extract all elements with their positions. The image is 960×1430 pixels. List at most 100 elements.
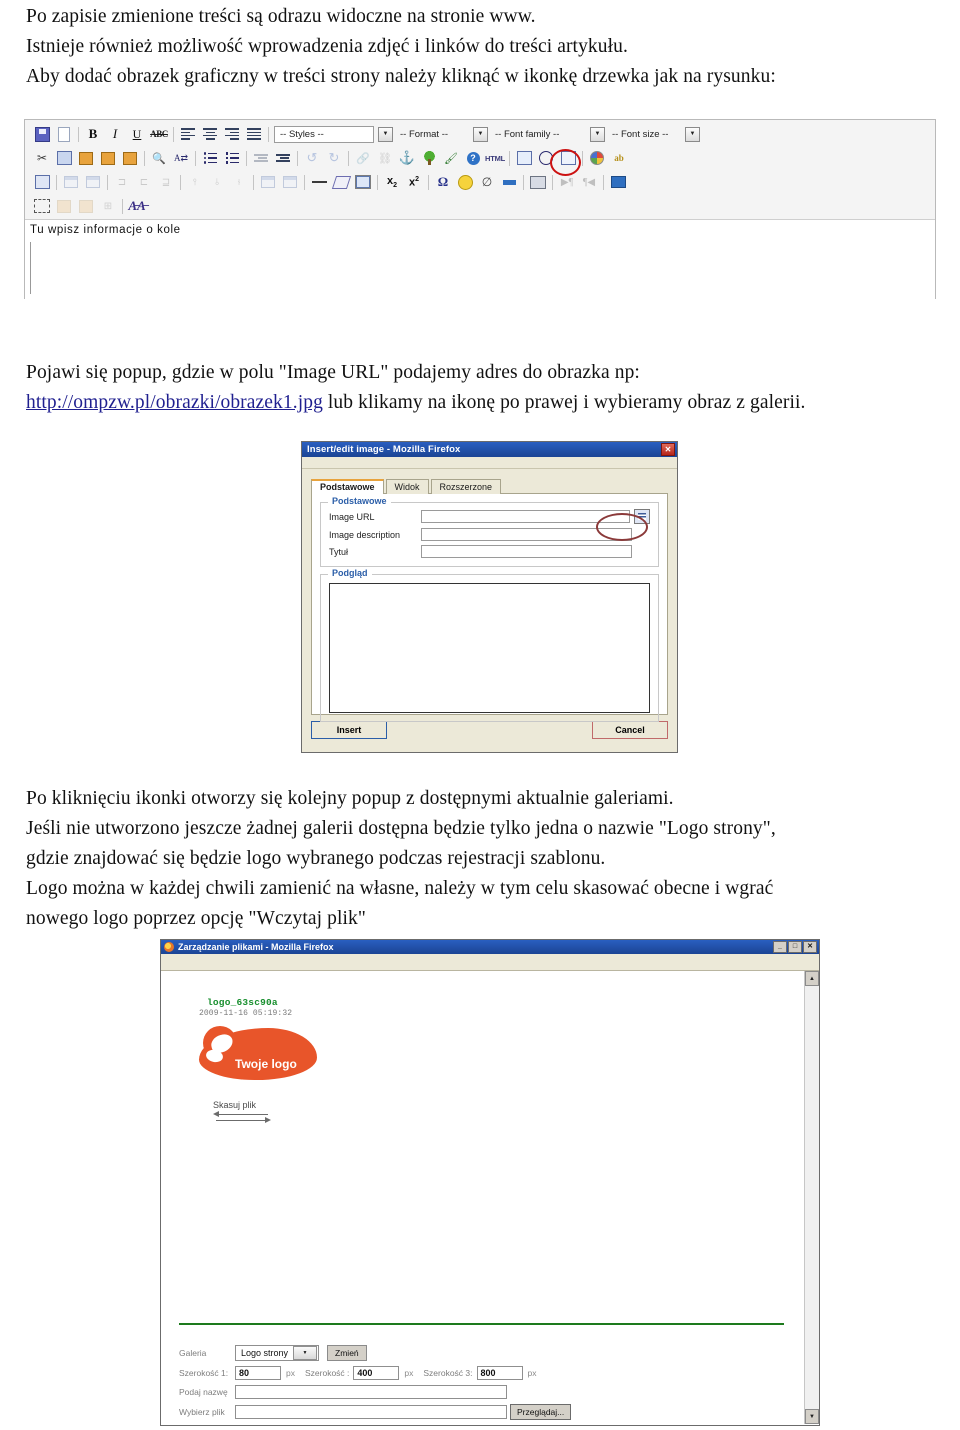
flash-icon[interactable]: ∅ [476,172,498,193]
align-center-icon[interactable] [199,124,221,145]
close-icon[interactable]: ✕ [803,941,817,953]
rtl-icon[interactable]: ¶◀ [578,172,600,193]
emotions-icon[interactable] [454,172,476,193]
delete-row-icon[interactable]: ⊒ [155,172,177,193]
maximize-icon[interactable]: □ [788,941,802,953]
redo-icon[interactable]: ↻ [323,148,345,169]
delete-file-link[interactable]: Skasuj plik [213,1100,319,1110]
tab-podstawowe[interactable]: Podstawowe [311,479,384,494]
print-icon[interactable] [527,172,549,193]
fullscreen-icon[interactable] [607,172,629,193]
name-input[interactable] [235,1385,507,1399]
font-family-dropdown[interactable]: -- Font family -- [490,127,586,142]
bold-icon[interactable]: B [82,124,104,145]
align-justify-icon[interactable] [243,124,265,145]
merge-cells-icon[interactable]: ⊐ [111,172,133,193]
move-layer-icon[interactable]: ⊞ [97,196,119,217]
minimize-icon[interactable]: _ [773,941,787,953]
scroll-up-icon[interactable]: ▲ [805,971,819,986]
new-document-icon[interactable] [53,124,75,145]
special-char-icon[interactable]: Ω [432,172,454,193]
tab-widok[interactable]: Widok [385,479,429,494]
link-icon[interactable]: 🔗 [352,148,374,169]
chevron-down-icon[interactable]: ▼ [473,126,488,142]
remove-format-icon[interactable] [330,172,352,193]
horizontal-rule-icon[interactable] [308,172,330,193]
split-cells-icon[interactable]: ⊏ [133,172,155,193]
logo-thumbnail[interactable]: Twoje logo [199,1026,319,1088]
select-all-icon[interactable] [31,196,53,217]
preview-icon[interactable] [557,148,579,169]
insert-button[interactable]: Insert [311,721,387,739]
anchor-icon[interactable]: ⚓ [396,148,418,169]
find-icon[interactable]: 🔍 [148,148,170,169]
find-replace-icon[interactable]: A⇄ [170,148,192,169]
close-icon[interactable]: ✕ [661,443,675,456]
chevron-down-icon[interactable]: ▼ [293,1346,318,1360]
chevron-down-icon[interactable]: ▼ [590,126,605,142]
strikethrough-icon[interactable]: ABC [148,124,170,145]
width1-input[interactable]: 80 [235,1366,281,1380]
backcolor-icon[interactable]: ab [608,148,630,169]
width2-input[interactable]: 400 [353,1366,400,1380]
paste-word-icon[interactable] [119,148,141,169]
paste-text-icon[interactable] [97,148,119,169]
template-icon[interactable] [513,148,535,169]
outdent-icon[interactable] [250,148,272,169]
bullet-list-icon[interactable] [199,148,221,169]
format-dropdown[interactable]: -- Format -- [395,127,469,142]
column-before-icon[interactable]: ⫯ [184,172,206,193]
forecolor-icon[interactable] [586,148,608,169]
unlink-icon[interactable]: ⛓ [374,148,396,169]
nonbreaking-icon[interactable]: A̶A̶ [126,196,148,217]
insert-date-icon[interactable] [535,148,557,169]
font-size-dropdown[interactable]: -- Font size -- [607,127,681,142]
editor-content-area[interactable]: Tu wpisz informacje o kole [25,220,935,300]
styles-dropdown[interactable]: -- Styles -- [274,125,374,143]
scroll-down-icon[interactable]: ▼ [805,1409,819,1424]
layer-forward-icon[interactable] [53,196,75,217]
title-input[interactable] [421,545,632,558]
delete-column-icon[interactable]: ⫮ [228,172,250,193]
page-break-icon[interactable] [498,172,520,193]
cancel-button[interactable]: Cancel [592,721,668,739]
image-description-input[interactable] [421,528,632,541]
ltr-icon[interactable]: ▶¶ [556,172,578,193]
gallery-select[interactable]: Logo strony ▼ [235,1345,320,1361]
align-right-icon[interactable] [221,124,243,145]
vertical-scrollbar[interactable]: ▲ ▼ [804,971,819,1424]
paste-icon[interactable] [75,148,97,169]
edit-css-icon[interactable] [31,172,53,193]
cleanup-icon[interactable]: 🖌 [440,148,462,169]
undo-icon[interactable]: ↺ [301,148,323,169]
table-properties-icon[interactable] [257,172,279,193]
chevron-down-icon[interactable]: ▼ [378,126,393,142]
subscript-icon[interactable]: x2 [381,172,403,193]
file-path-input[interactable] [235,1405,507,1419]
cut-icon[interactable]: ✂ [31,148,53,169]
html-source-icon[interactable]: HTML [484,148,506,169]
cell-properties-icon[interactable] [279,172,301,193]
gallery-browse-icon[interactable] [634,509,650,524]
column-after-icon[interactable]: ⫰ [206,172,228,193]
copy-icon[interactable] [53,148,75,169]
save-icon[interactable] [31,124,53,145]
file-name[interactable]: logo_63sc90a [207,997,319,1008]
image-url-input[interactable] [421,510,630,523]
layer-backward-icon[interactable] [75,196,97,217]
insert-row-after-icon[interactable] [82,172,104,193]
italic-icon[interactable]: I [104,124,126,145]
insert-row-before-icon[interactable] [60,172,82,193]
gallery-change-button[interactable]: Zmień [327,1345,367,1361]
chevron-down-icon[interactable]: ▼ [685,126,700,142]
insert-image-icon[interactable] [418,148,440,169]
indent-icon[interactable] [272,148,294,169]
insert-table-icon[interactable] [352,172,374,193]
numbered-list-icon[interactable] [221,148,243,169]
image-url-example-link[interactable]: http://ompzw.pl/obrazki/obrazek1.jpg [26,392,323,413]
align-left-icon[interactable] [177,124,199,145]
help-icon[interactable]: ? [462,148,484,169]
underline-icon[interactable]: U [126,124,148,145]
tab-rozszerzone[interactable]: Rozszerzone [430,479,502,494]
width3-input[interactable]: 800 [476,1366,523,1380]
